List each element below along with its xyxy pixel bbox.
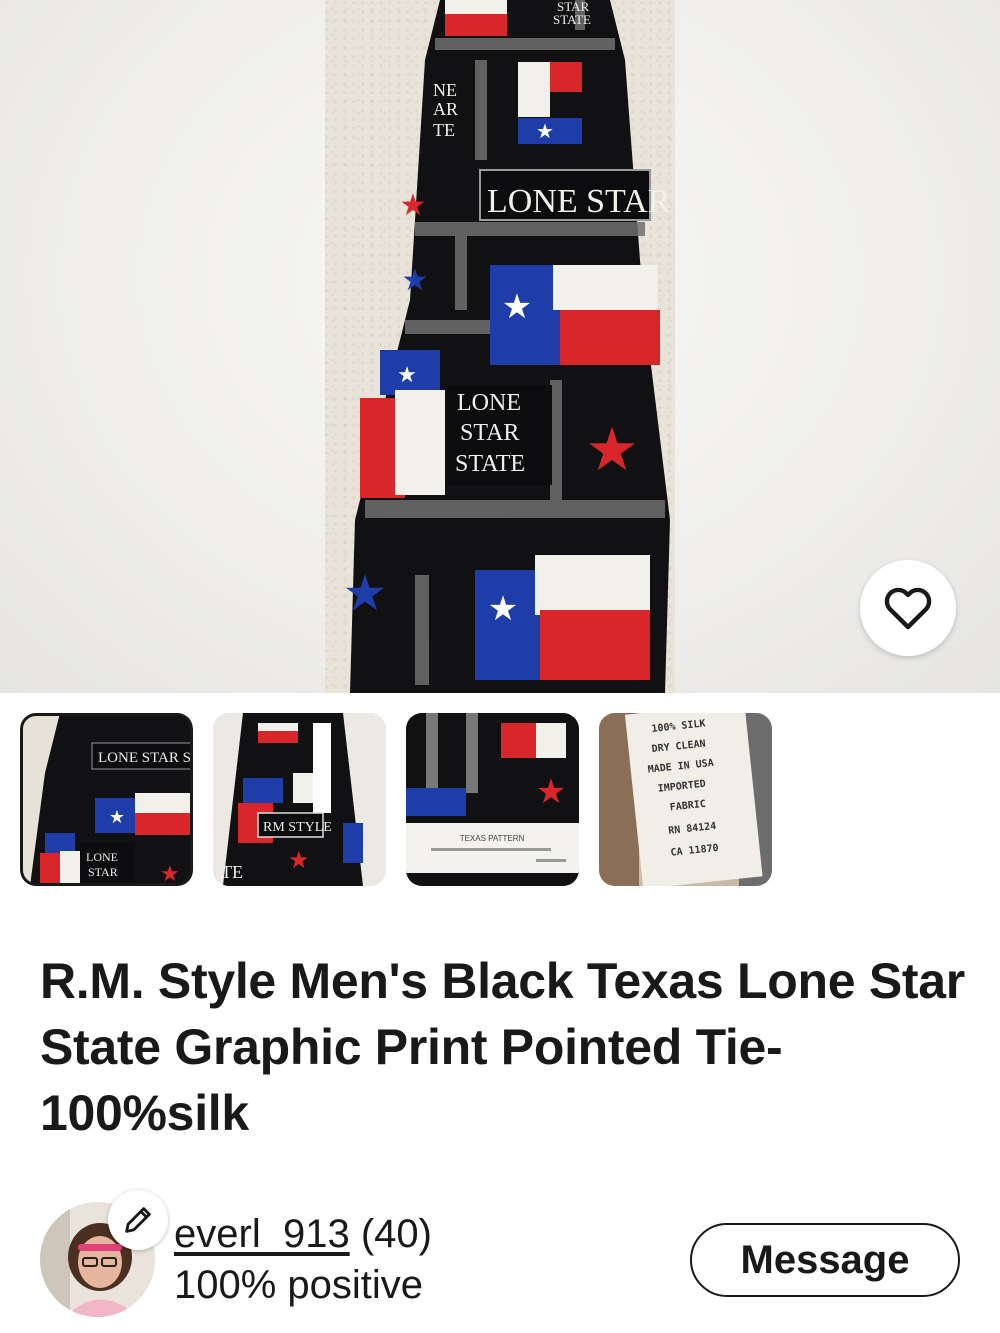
thumbnail-1-image: LONE STAR ST ★ LONE STAR ★ [20,713,193,886]
add-to-watchlist-button[interactable] [860,560,956,656]
tie-text-state: STATE [455,451,525,477]
tie-text-ne: NE [433,80,457,100]
heart-outline-icon [884,587,932,630]
svg-text:★: ★ [160,861,180,886]
svg-text:★: ★ [536,121,554,143]
svg-text:★: ★ [343,565,388,621]
svg-text:★: ★ [502,288,532,326]
svg-text:★: ★ [397,362,417,387]
thumb1-text-lone: LONE [86,850,118,864]
listing-title: R.M. Style Men's Black Texas Lone Star S… [40,953,965,1141]
thumb2-text-te: TE [221,862,243,882]
thumbnail-strip: LONE STAR ST ★ LONE STAR ★ RM STYLE TE ★… [20,713,980,888]
seller-name-line: everl_913 (40) [174,1210,432,1258]
thumb3-text-texas-pattern: TEXAS PATTERN [460,834,525,843]
svg-text:★: ★ [109,807,125,827]
thumbnail-2-image: RM STYLE TE ★ [213,713,386,886]
tie-text-lone: LONE [457,390,521,416]
svg-text:★: ★ [402,264,429,297]
seller-username-link[interactable]: everl_913 [174,1212,350,1256]
thumbnail-1[interactable]: LONE STAR ST ★ LONE STAR ★ [20,713,193,886]
seller-info: everl_913 (40) 100% positive [174,1210,432,1312]
tie-text-star: STAR [460,420,519,446]
tie-text-ar: AR [433,99,458,119]
tie-text-state-top: STATE [553,12,591,27]
thumbnail-2[interactable]: RM STYLE TE ★ [213,713,386,886]
edit-profile-button[interactable] [108,1190,168,1250]
thumbnail-3[interactable]: ★ TEXAS PATTERN [406,713,579,886]
message-seller-button[interactable]: Message [690,1223,960,1297]
tie-text-te: TE [433,120,455,140]
seller-feedback-count: (40) [360,1212,432,1256]
svg-text:★: ★ [585,416,639,483]
seller-positive-feedback: 100% positive [174,1263,424,1307]
tie-text-lone-star-st: LONE STAR ST [487,183,675,220]
product-image-viewer[interactable]: ★ ★ ★ ★ ★ ★ ★ ★ LONE STAR ST STAR [0,0,1000,693]
svg-text:★: ★ [536,773,566,811]
thumb1-text-lone-star: LONE STAR ST [98,750,193,766]
svg-text:★: ★ [400,189,427,222]
thumb2-text-rm-style: RM STYLE [263,820,332,835]
svg-text:★: ★ [288,847,310,874]
svg-text:★: ★ [488,590,518,628]
thumbnail-4-image: 100% SILK DRY CLEAN MADE IN USA IMPORTED… [599,713,772,886]
seller-section: everl_913 (40) 100% positive Message [40,1190,970,1320]
thumb1-text-star: STAR [88,865,118,879]
product-photo[interactable]: ★ ★ ★ ★ ★ ★ ★ ★ LONE STAR ST STAR [325,0,675,693]
thumbnail-3-image: ★ TEXAS PATTERN [406,713,579,886]
tie-illustration: ★ ★ ★ ★ ★ ★ ★ ★ LONE STAR ST STAR [343,0,675,693]
pencil-icon [125,1207,151,1233]
thumbnail-4[interactable]: 100% SILK DRY CLEAN MADE IN USA IMPORTED… [599,713,772,886]
